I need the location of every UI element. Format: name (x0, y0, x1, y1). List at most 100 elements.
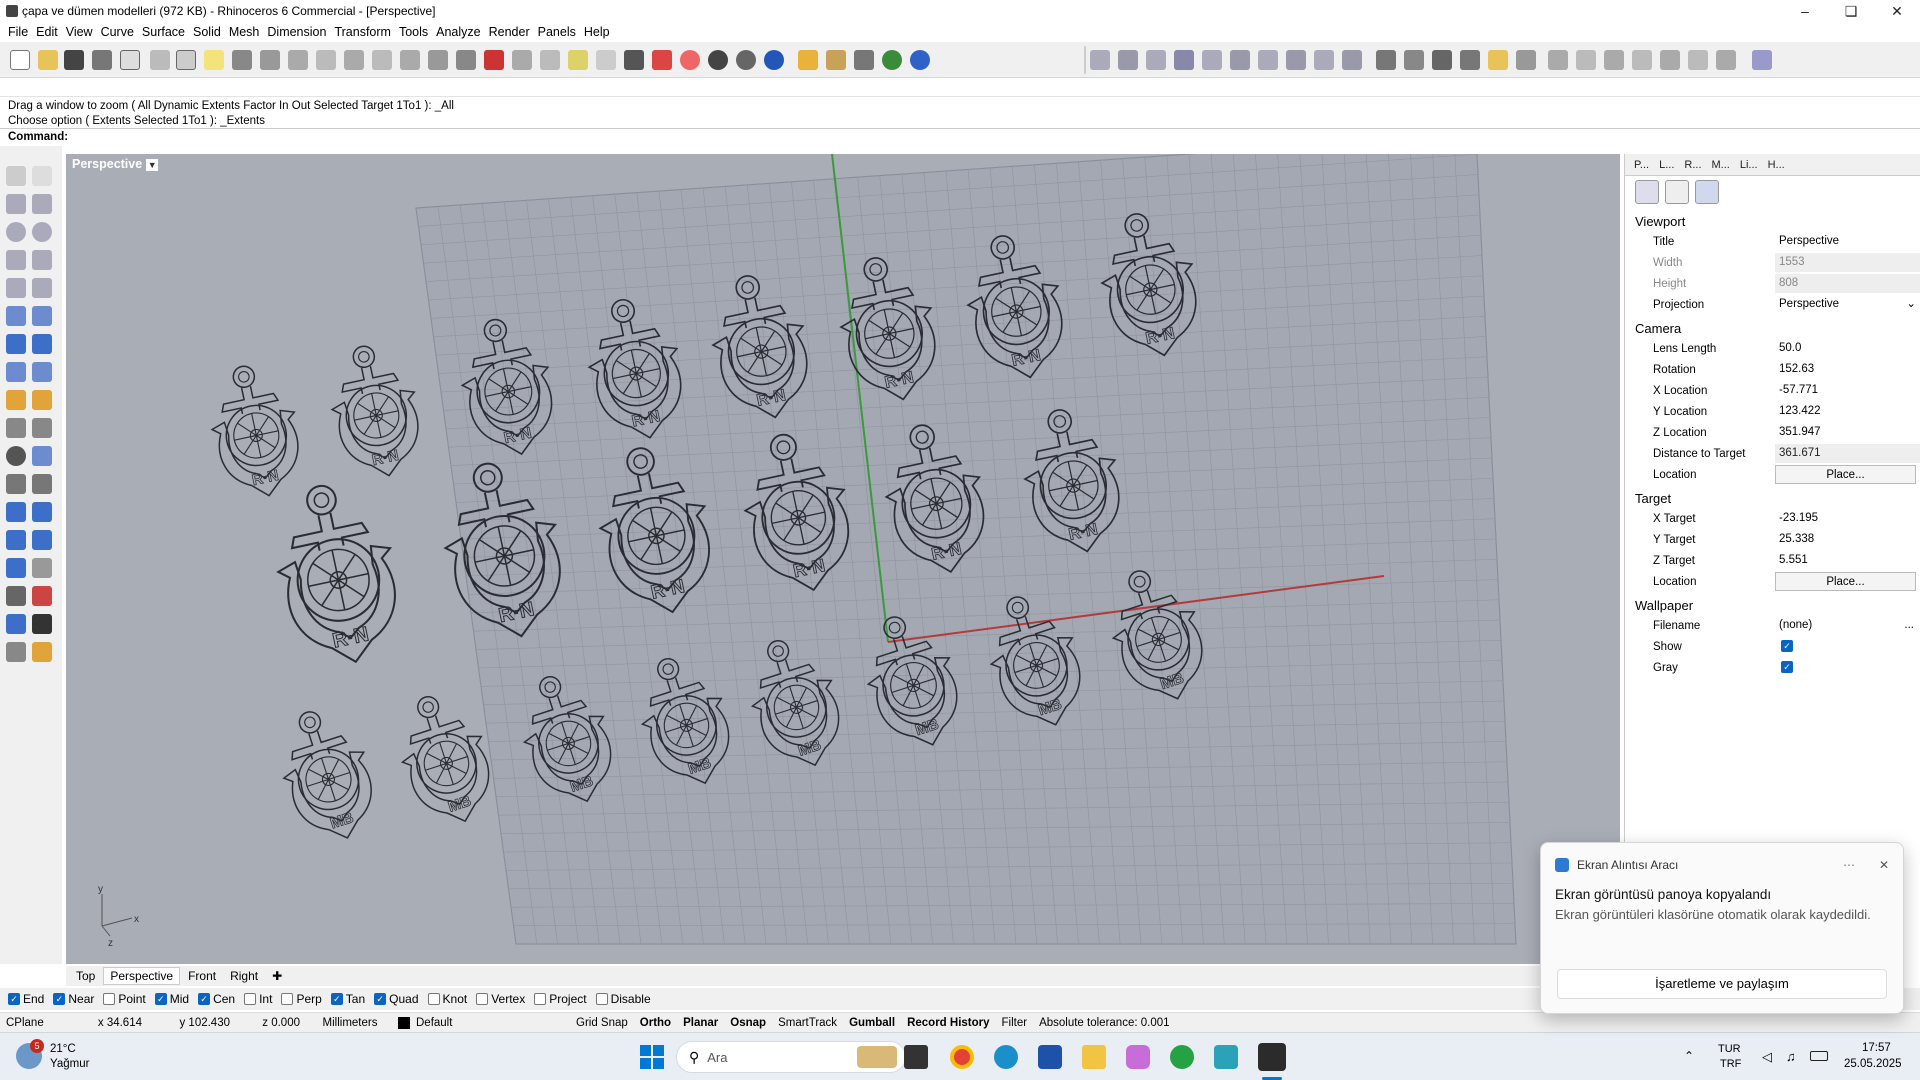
pan-icon[interactable] (260, 50, 280, 70)
rendered-sphere-icon[interactable] (736, 50, 756, 70)
zoom-window-icon[interactable] (344, 50, 364, 70)
render-sphere-icon[interactable] (764, 50, 784, 70)
align-tool-1-icon[interactable] (1548, 50, 1568, 70)
undo-view-icon[interactable] (428, 50, 448, 70)
title-field[interactable]: Perspective (1775, 232, 1920, 251)
taskbar-search[interactable]: ⚲ Ara (676, 1041, 906, 1073)
menu-edit[interactable]: Edit (36, 25, 66, 39)
text-tool-icon[interactable] (32, 418, 52, 438)
transform-tool-1-icon[interactable] (1090, 50, 1110, 70)
show-checkbox[interactable]: ✓ (1781, 640, 1793, 652)
osnap-project[interactable]: Project (534, 992, 587, 1006)
menu-tools[interactable]: Tools (399, 25, 436, 39)
tab-layers[interactable]: L... (1654, 159, 1679, 171)
box-icon[interactable] (6, 334, 26, 354)
array-icon[interactable] (32, 558, 52, 578)
select-icon[interactable] (512, 50, 532, 70)
lock-icon[interactable] (624, 50, 644, 70)
globe-icon[interactable] (882, 50, 902, 70)
smarttrack-toggle[interactable]: SmartTrack (772, 1017, 843, 1029)
mirror-icon[interactable] (6, 558, 26, 578)
curve-icon[interactable] (32, 194, 52, 214)
perspective-viewport[interactable]: R·N R·N R·N R·N R·N R·N R·N R·N R·N R·N R·N R·N R·N R… (66, 154, 1620, 964)
transform-tool-8-icon[interactable] (1286, 50, 1306, 70)
menu-solid[interactable]: Solid (193, 25, 229, 39)
osnap-point[interactable]: Point (103, 992, 146, 1006)
x-target-field[interactable]: -23.195 (1775, 509, 1920, 528)
arrow-tool-icon[interactable] (1404, 50, 1424, 70)
units-label[interactable]: Millimeters (306, 1017, 394, 1029)
y-location-field[interactable]: 123.422 (1775, 402, 1920, 421)
layer-icon[interactable] (652, 50, 672, 70)
grid-array-icon[interactable] (6, 586, 26, 606)
cage-icon[interactable] (6, 642, 26, 662)
deform-icon[interactable] (32, 642, 52, 662)
osnap-checkbox[interactable] (476, 993, 489, 1005)
speaker-icon[interactable]: ♫ (1786, 1049, 1796, 1064)
analyze-icon[interactable] (6, 614, 26, 634)
light-bulb-icon[interactable] (596, 50, 616, 70)
loft-icon[interactable] (32, 306, 52, 326)
anchor-model[interactable]: R·N (261, 473, 413, 675)
lens-field[interactable]: 50.0 (1775, 339, 1920, 358)
osnap-checkbox[interactable] (103, 993, 116, 1005)
osnap-quad[interactable]: ✓ Quad (374, 992, 419, 1006)
settings-icon[interactable] (1695, 180, 1719, 204)
print-icon[interactable] (92, 50, 112, 70)
menu-dimension[interactable]: Dimension (267, 25, 334, 39)
extrude-icon[interactable] (6, 362, 26, 382)
transform-tool-3-icon[interactable] (1146, 50, 1166, 70)
chrome-icon[interactable] (950, 1045, 974, 1069)
select-arrow-icon[interactable] (6, 166, 26, 186)
markup-and-share-button[interactable]: İşaretleme ve paylaşım (1557, 969, 1887, 999)
osnap-checkbox[interactable]: ✓ (330, 993, 343, 1005)
copilot-icon[interactable] (1126, 1045, 1150, 1069)
transform-tool-9-icon[interactable] (1314, 50, 1334, 70)
osnap-knot[interactable]: Knot (427, 992, 467, 1006)
dimension-icon[interactable] (854, 50, 874, 70)
snap-icon[interactable] (568, 50, 588, 70)
osnap-mid[interactable]: ✓ Mid (154, 992, 189, 1006)
command-prompt[interactable]: Command: (0, 128, 1920, 146)
filter-toggle[interactable]: Filter (996, 1017, 1034, 1029)
wifi-icon[interactable]: ◁ (1762, 1049, 1772, 1065)
layer-label[interactable]: Default (410, 1017, 570, 1029)
minimize-button[interactable]: – (1782, 0, 1828, 22)
osnap-perp[interactable]: Perp (281, 992, 322, 1006)
circle-icon[interactable] (6, 222, 26, 242)
whatsapp-icon[interactable] (1170, 1045, 1194, 1069)
record-history-toggle[interactable]: Record History (901, 1017, 995, 1029)
explode-icon[interactable] (32, 446, 52, 466)
arc-icon[interactable] (6, 278, 26, 298)
maximize-button[interactable]: ❏ (1828, 0, 1874, 22)
clock-time[interactable]: 17:57 (1862, 1042, 1891, 1054)
menu-mesh[interactable]: Mesh (229, 25, 268, 39)
rotate-view-icon[interactable] (288, 50, 308, 70)
tab-perspective[interactable]: Perspective (103, 967, 181, 985)
tab-help[interactable]: H... (1763, 159, 1790, 171)
anchor-model[interactable]: R·N (199, 357, 311, 506)
shaded-sphere-icon[interactable] (708, 50, 728, 70)
copy-tool-icon[interactable] (32, 502, 52, 522)
rotation-field[interactable]: 152.63 (1775, 360, 1920, 379)
projection-select[interactable]: Perspective ⌄ (1775, 295, 1920, 314)
menu-help[interactable]: Help (584, 25, 618, 39)
osnap-disable[interactable]: Disable (595, 992, 651, 1006)
import-icon[interactable] (120, 50, 140, 70)
anchor-model[interactable]: MB (265, 698, 389, 852)
gray-checkbox[interactable]: ✓ (1781, 661, 1793, 673)
browse-button[interactable]: ... (1904, 616, 1914, 635)
osnap-near[interactable]: ✓ Near (53, 992, 94, 1006)
folder-tool-icon[interactable] (1488, 50, 1508, 70)
close-button[interactable]: ✕ (1874, 0, 1920, 22)
osnap-vertex[interactable]: Vertex (476, 992, 525, 1006)
camera-icon[interactable] (1635, 180, 1659, 204)
start-button[interactable] (640, 1045, 664, 1069)
cut-icon[interactable] (150, 50, 170, 70)
align-tool-6-icon[interactable] (1688, 50, 1708, 70)
polygon-icon[interactable] (6, 250, 26, 270)
help-icon[interactable] (910, 50, 930, 70)
zoom-extents-icon[interactable] (372, 50, 392, 70)
paste-icon[interactable] (204, 50, 224, 70)
rectangle-icon[interactable] (32, 250, 52, 270)
